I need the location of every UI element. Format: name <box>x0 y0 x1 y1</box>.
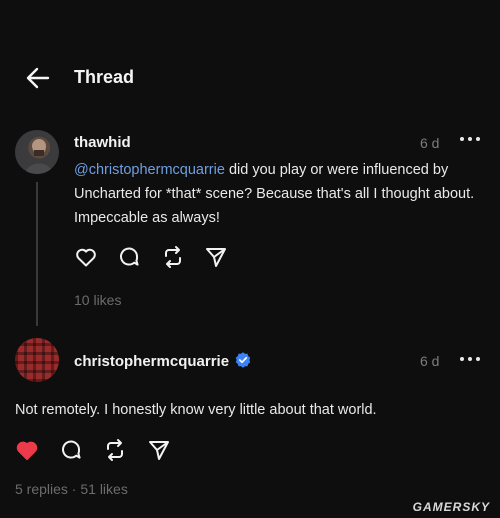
reply-username-text: christophermcquarrie <box>74 353 230 370</box>
thread-line <box>36 182 38 326</box>
comment-icon <box>62 440 81 459</box>
share-icon <box>149 441 169 460</box>
verified-badge-icon <box>235 352 251 368</box>
repost-icon <box>107 439 123 461</box>
back-button[interactable] <box>24 64 52 92</box>
heart-filled-icon <box>16 441 38 461</box>
post-more-button[interactable] <box>458 132 482 151</box>
post-text: @christophermcquarrie did you play or we… <box>74 158 484 230</box>
arrow-left-icon <box>26 67 50 89</box>
reply-more-button[interactable] <box>458 352 482 371</box>
reply-like-button[interactable] <box>15 438 39 462</box>
reply-text: Not remotely. I honestly know very littl… <box>15 402 377 418</box>
reply-avatar[interactable] <box>15 338 59 382</box>
heart-icon <box>76 248 96 267</box>
repost-button[interactable] <box>161 245 185 269</box>
reply-repost-button[interactable] <box>103 438 127 462</box>
reply-username[interactable]: christophermcquarrie <box>74 352 251 370</box>
comment-button[interactable] <box>117 245 141 269</box>
comment-icon <box>120 247 139 266</box>
post-time: 6 d <box>420 135 440 151</box>
share-icon <box>206 248 226 267</box>
watermark: GAMERSKY <box>412 500 490 514</box>
more-icon <box>460 137 480 141</box>
like-button[interactable] <box>74 245 98 269</box>
mention-link[interactable]: @christophermcquarrie <box>74 162 225 178</box>
avatar[interactable] <box>15 130 59 174</box>
person-icon <box>25 139 53 174</box>
reply-time: 6 d <box>420 353 440 369</box>
repost-icon <box>165 246 181 268</box>
reply-meta[interactable]: 5 replies · 51 likes <box>15 481 128 497</box>
reply-share-button[interactable] <box>147 438 171 462</box>
post-username[interactable]: thawhid <box>74 134 131 151</box>
reply-comment-button[interactable] <box>59 438 83 462</box>
more-icon <box>460 357 480 361</box>
share-button[interactable] <box>204 245 228 269</box>
page-title: Thread <box>74 67 135 87</box>
post-likes-count[interactable]: 10 likes <box>74 292 121 308</box>
